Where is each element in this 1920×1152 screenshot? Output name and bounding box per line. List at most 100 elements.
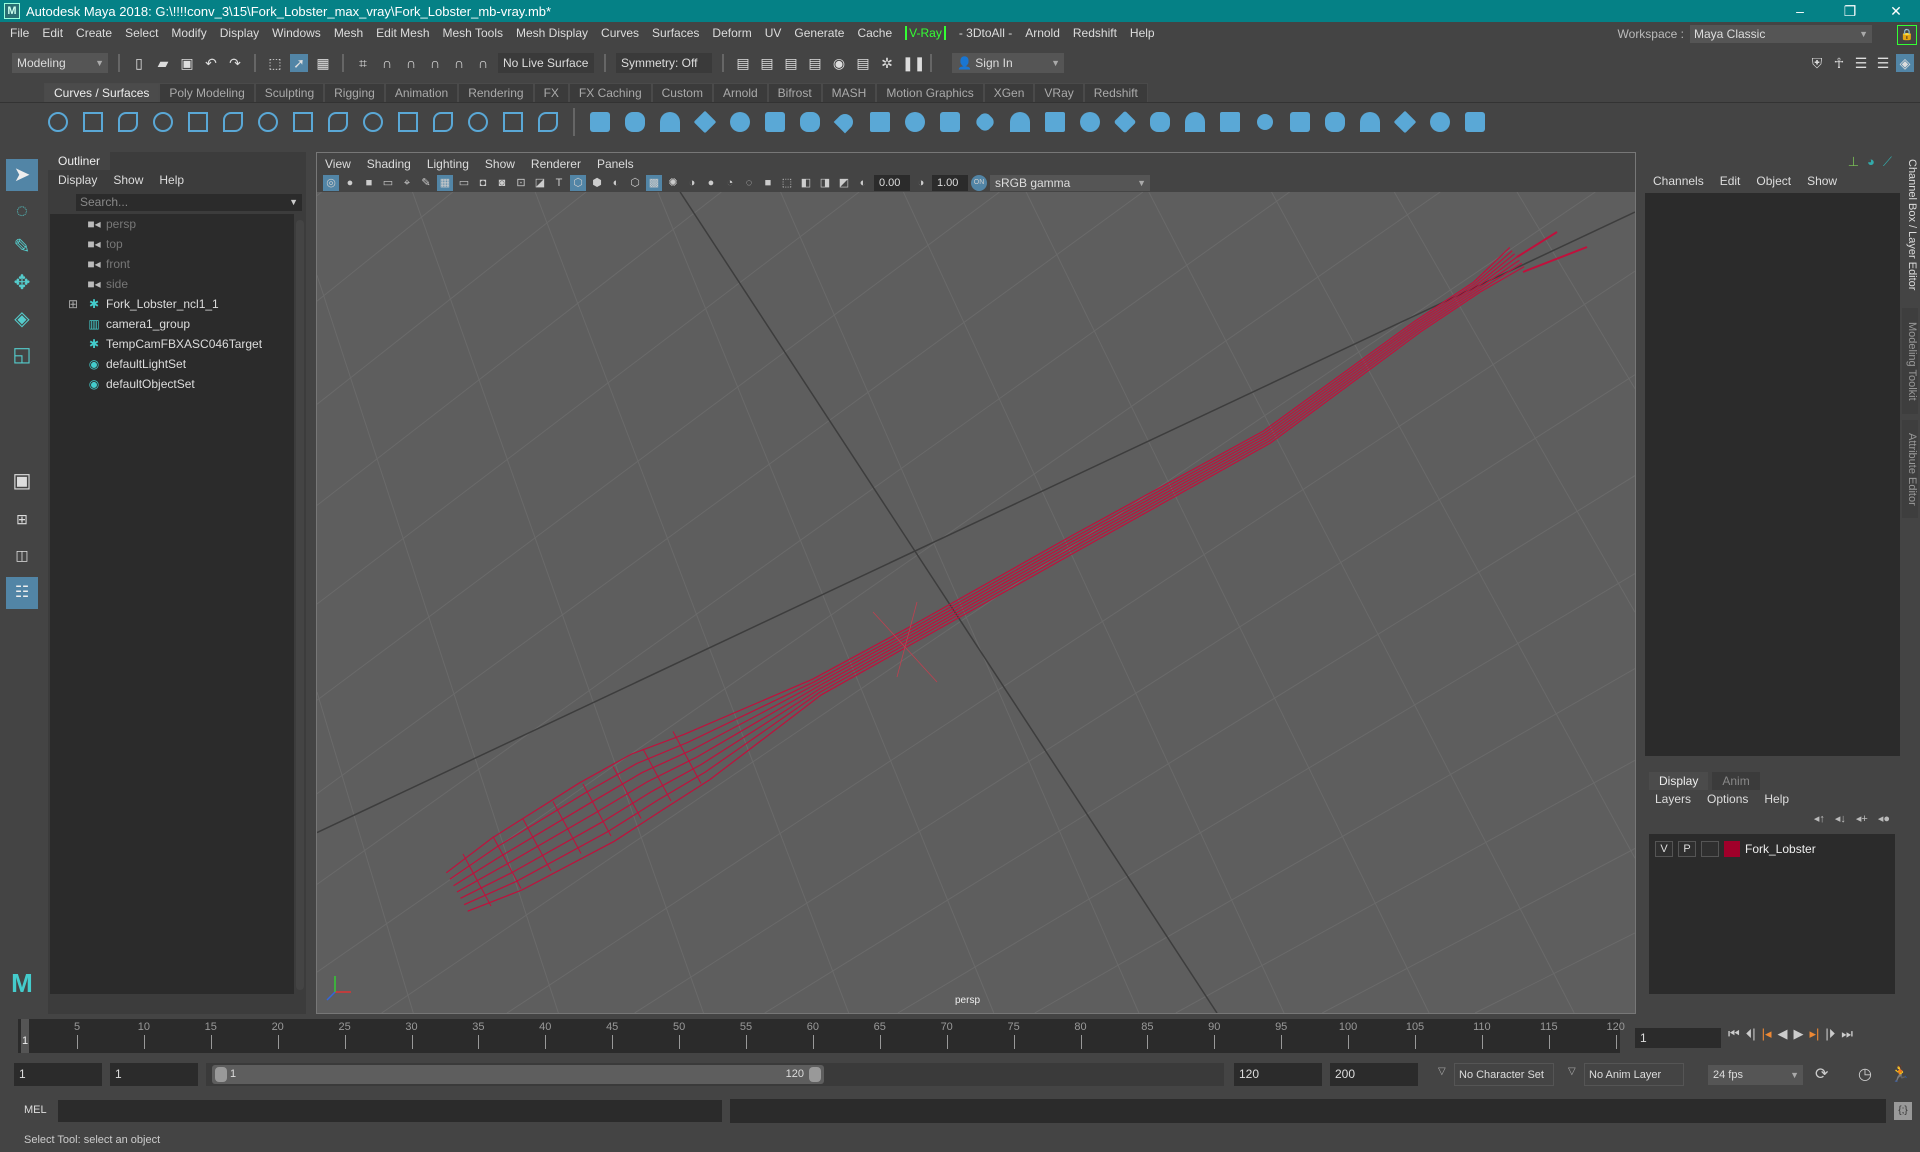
outliner-layout-icon[interactable]: ☷ [6,577,38,609]
pencil-curve-icon[interactable] [149,108,177,136]
current-frame-field[interactable]: 1 [1635,1028,1721,1048]
step-forward-key-icon[interactable]: |⏵ [1825,1026,1835,1042]
command-language-label[interactable]: MEL [24,1104,47,1116]
nurbs-sphere-icon[interactable] [586,108,614,136]
arc-icon[interactable] [254,108,282,136]
outliner-item[interactable]: ■◂ side [86,274,128,294]
minimize-button[interactable]: – [1780,0,1820,22]
animation-start-field[interactable]: 1 [14,1063,102,1086]
layer-display-type-toggle[interactable] [1701,841,1719,857]
side-tab-modeling-toolkit[interactable]: Modeling Toolkit [1902,308,1918,414]
intersect-icon[interactable] [1181,108,1209,136]
depth-of-field-icon[interactable]: ■ [760,175,776,191]
render-settings-icon[interactable]: ▤ [806,54,824,72]
3d-scene[interactable]: persp [317,192,1635,1013]
layer-menu-help[interactable]: Help [1764,792,1789,806]
command-input[interactable] [58,1100,722,1122]
menu-3dtoall[interactable]: - 3DtoAll - [959,26,1012,40]
shelf-tab-sculpting[interactable]: Sculpting [254,83,325,102]
auto-key-icon[interactable]: ◷ [1858,1064,1872,1084]
animation-end-field[interactable]: 200 [1330,1063,1418,1086]
play-forward-icon[interactable]: ▶ [1794,1026,1804,1042]
menu-cache[interactable]: Cache [857,26,892,40]
snap-point-icon[interactable]: ∩ [402,54,420,72]
menu-uv[interactable]: UV [765,26,782,40]
menu-edit-mesh[interactable]: Edit Mesh [376,26,429,40]
graph-icon[interactable]: ⟋ [1883,154,1892,170]
xray-active-icon[interactable]: ◨ [817,175,833,191]
nurbs-circle-icon[interactable] [44,108,72,136]
outliner-menu-show[interactable]: Show [113,172,143,188]
birail-icon[interactable] [936,108,964,136]
range-start-handle[interactable] [215,1067,227,1082]
select-tool-icon[interactable]: ➤ [6,159,38,191]
safe-action-icon[interactable]: ◪ [532,175,548,191]
shadows-icon[interactable]: ◑ [684,175,700,191]
anim-layer-arrow-icon[interactable]: ▽ [1568,1066,1576,1077]
light-editor-icon[interactable]: ✲ [878,54,896,72]
shelf-tab-motion-graphics[interactable]: Motion Graphics [876,83,984,102]
undo-icon[interactable]: ↶ [202,54,220,72]
render-frame-icon[interactable]: ▤ [758,54,776,72]
shelf-tab-rendering[interactable]: Rendering [458,83,534,102]
shelf-tab-poly-modeling[interactable]: Poly Modeling [159,83,255,102]
move-tool-icon[interactable]: ✥ [6,267,38,299]
shelf-tab-arnold[interactable]: Arnold [712,83,768,102]
nurbs-cylinder-icon[interactable] [656,108,684,136]
isolate-select-icon[interactable]: ⬚ [779,175,795,191]
shelf-tab-fx-caching[interactable]: FX Caching [568,83,652,102]
grease-pencil-icon[interactable]: ✎ [418,175,434,191]
exposure-field[interactable]: 0.00 [874,175,910,191]
select-hierarchy-icon[interactable]: ⬚ [266,54,284,72]
gate-mask-icon[interactable]: ◙ [494,175,510,191]
menu-generate[interactable]: Generate [794,26,844,40]
ep-curve-icon[interactable] [114,108,142,136]
extend-icon[interactable] [1391,108,1419,136]
anti-alias-icon[interactable]: ◌ [741,175,757,191]
safe-title-icon[interactable]: T [551,175,567,191]
lock-icon[interactable]: 🔒 [1897,25,1917,45]
new-layer-icon[interactable]: ◂+ [1856,812,1868,825]
range-end-handle[interactable] [809,1067,821,1082]
character-controls-icon[interactable]: ☥ [1830,54,1848,72]
nurbs-torus-icon[interactable] [761,108,789,136]
menu-curves[interactable]: Curves [601,26,639,40]
menu-create[interactable]: Create [76,26,112,40]
resolution-gate-icon[interactable]: ◘ [475,175,491,191]
outliner-item[interactable]: ◉ defaultLightSet [86,354,186,374]
single-view-icon[interactable]: ▣ [6,465,38,497]
menu-surfaces[interactable]: Surfaces [652,26,699,40]
nurbs-square-icon[interactable] [79,108,107,136]
shelf-tab-rigging[interactable]: Rigging [324,83,385,102]
textured-icon[interactable]: ▩ [646,175,662,191]
nurbs-cone-icon[interactable] [691,108,719,136]
viewport-menu-lighting[interactable]: Lighting [427,156,469,172]
outliner-scrollbar[interactable] [296,220,304,990]
viewport-menu-panels[interactable]: Panels [597,156,634,172]
shelf-tab-curves-surfaces[interactable]: Curves / Surfaces [44,83,160,102]
scale-tool-icon[interactable]: ◱ [6,339,38,371]
loft-icon[interactable] [831,108,859,136]
boundary-icon[interactable] [971,108,999,136]
menu-display[interactable]: Display [220,26,259,40]
ambient-occlusion-icon[interactable]: ● [703,175,719,191]
shelf-tab-fx[interactable]: FX [533,83,569,102]
ipr-render-icon[interactable]: ▤ [782,54,800,72]
motion-blur-icon[interactable]: ◔ [722,175,738,191]
curve-attach-icon[interactable] [534,108,562,136]
sculpt-icon[interactable] [1426,108,1454,136]
menu-redshift[interactable]: Redshift [1073,26,1117,40]
field-chart-icon[interactable]: ⊡ [513,175,529,191]
step-forward-frame-icon[interactable]: ▸| [1810,1026,1820,1042]
save-scene-icon[interactable]: ▣ [178,54,196,72]
layer-playback-toggle[interactable]: P [1678,841,1696,857]
curve-offset-icon[interactable] [394,108,422,136]
bevel-icon[interactable] [1041,108,1069,136]
step-back-frame-icon[interactable]: |◂ [1762,1026,1772,1042]
gamma-field[interactable]: 1.00 [932,175,968,191]
insert-isoparm-icon[interactable] [1356,108,1384,136]
2d-pan-icon[interactable]: ⌖ [399,175,415,191]
go-to-end-icon[interactable]: ⏭ [1841,1026,1853,1042]
modeling-toolkit-icon[interactable]: ⛨ [1808,54,1826,72]
viewport-menu-renderer[interactable]: Renderer [531,156,581,172]
